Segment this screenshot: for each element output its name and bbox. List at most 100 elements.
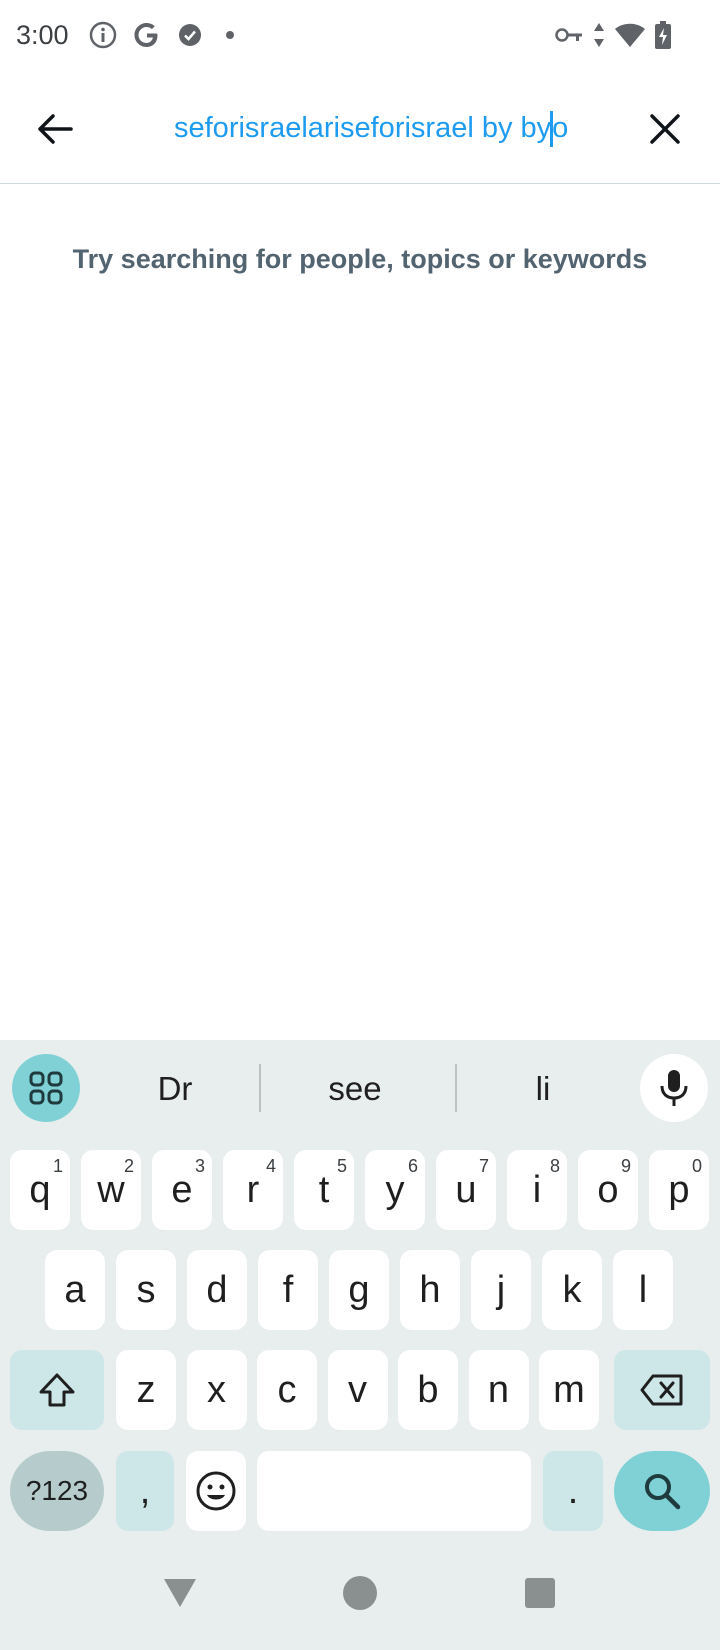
close-icon — [650, 114, 680, 144]
shift-key[interactable] — [10, 1350, 104, 1430]
emoji-icon — [196, 1471, 236, 1511]
key-g[interactable]: g — [329, 1250, 389, 1330]
key-number-hint: 9 — [620, 1156, 631, 1176]
key-z[interactable]: z — [116, 1350, 176, 1430]
key-label: e — [171, 1168, 193, 1211]
key-label: w — [97, 1168, 125, 1211]
search-query-text: seforisraelariseforisrael by byo — [174, 102, 568, 154]
key-label: a — [64, 1268, 86, 1311]
nav-home-button[interactable] — [340, 1573, 380, 1613]
suggestion-divider — [455, 1064, 457, 1112]
recents-square-icon — [525, 1578, 555, 1608]
key-number-hint: 0 — [691, 1156, 702, 1176]
backspace-icon — [640, 1374, 683, 1406]
key-t[interactable]: t5 — [294, 1150, 354, 1230]
search-input[interactable]: seforisraelariseforisrael by byo — [160, 102, 600, 154]
key-c[interactable]: c — [257, 1350, 317, 1430]
key-p[interactable]: p0 — [649, 1150, 709, 1230]
backspace-key[interactable] — [614, 1350, 710, 1430]
voice-input-button[interactable] — [640, 1054, 708, 1122]
key-w[interactable]: w2 — [81, 1150, 141, 1230]
key-a[interactable]: a — [45, 1250, 105, 1330]
key-x[interactable]: x — [186, 1350, 247, 1430]
key-label: r — [246, 1168, 260, 1211]
status-bar: 3:00 — [0, 0, 720, 74]
clear-search-button[interactable] — [636, 100, 694, 158]
key-f[interactable]: f — [258, 1250, 318, 1330]
key-label: v — [348, 1368, 367, 1411]
key-u[interactable]: u7 — [436, 1150, 496, 1230]
key-s[interactable]: s — [116, 1250, 176, 1330]
suggestion-bar: Dr see li — [0, 1040, 720, 1136]
key-y[interactable]: y6 — [365, 1150, 425, 1230]
key-k[interactable]: k — [542, 1250, 602, 1330]
keyboard-menu-button[interactable] — [12, 1054, 80, 1122]
key-i[interactable]: i8 — [507, 1150, 567, 1230]
key-label: j — [496, 1268, 506, 1311]
nav-back-button[interactable] — [160, 1573, 200, 1613]
suggestion-3[interactable]: li — [468, 1064, 618, 1114]
suggestion-1[interactable]: Dr — [100, 1064, 250, 1114]
key-r[interactable]: r4 — [223, 1150, 283, 1230]
key-label: p — [668, 1168, 690, 1211]
check-badge-icon — [176, 21, 204, 49]
key-o[interactable]: o9 — [578, 1150, 638, 1230]
back-button[interactable] — [26, 100, 84, 158]
status-icons-left — [88, 20, 242, 50]
status-icons-right — [554, 20, 672, 50]
key-number-hint: 1 — [52, 1156, 63, 1176]
key-label: y — [385, 1168, 405, 1211]
key-label: q — [29, 1168, 51, 1211]
info-icon — [88, 20, 118, 50]
key-j[interactable]: j — [471, 1250, 531, 1330]
key-label: k — [562, 1268, 582, 1311]
key-label: l — [638, 1268, 648, 1311]
status-time: 3:00 — [16, 20, 69, 50]
microphone-icon — [660, 1070, 688, 1106]
home-circle-icon — [343, 1576, 377, 1610]
key-label: s — [136, 1268, 156, 1311]
battery-charging-icon — [654, 20, 672, 50]
key-b[interactable]: b — [398, 1350, 458, 1430]
shift-icon — [39, 1373, 75, 1407]
key-m[interactable]: m — [539, 1350, 599, 1430]
period-key[interactable]: . — [543, 1451, 603, 1531]
key-label: o — [597, 1168, 619, 1211]
key-number-hint: 7 — [478, 1156, 489, 1176]
key-label: t — [318, 1168, 330, 1211]
search-query-before-caret: seforisraelariseforisrael by by — [174, 112, 552, 144]
key-number-hint: 5 — [336, 1156, 347, 1176]
key-label: f — [282, 1268, 294, 1311]
key-h[interactable]: h — [400, 1250, 460, 1330]
wifi-icon — [614, 21, 646, 49]
comma-key[interactable]: , — [116, 1451, 174, 1531]
key-e[interactable]: e3 — [152, 1150, 212, 1230]
key-number-hint: 6 — [407, 1156, 418, 1176]
key-n[interactable]: n — [468, 1350, 529, 1430]
system-nav-bar — [0, 1545, 720, 1650]
key-label: d — [206, 1268, 228, 1311]
key-label: x — [207, 1368, 226, 1411]
space-key[interactable] — [257, 1451, 531, 1531]
key-label: c — [277, 1368, 297, 1411]
key-label: z — [136, 1368, 156, 1411]
suggestion-2[interactable]: see — [280, 1064, 430, 1114]
key-number-hint: 4 — [265, 1156, 276, 1176]
search-key[interactable] — [614, 1451, 710, 1531]
key-q[interactable]: q1 — [10, 1150, 70, 1230]
key-label: b — [417, 1368, 439, 1411]
search-query-after-caret: o — [552, 112, 569, 144]
back-triangle-icon — [164, 1579, 196, 1607]
key-label: h — [419, 1268, 441, 1311]
vpn-key-icon — [554, 24, 584, 46]
key-label: u — [455, 1168, 477, 1211]
key-number-hint: 3 — [194, 1156, 205, 1176]
emoji-key[interactable] — [186, 1451, 246, 1531]
key-l[interactable]: l — [613, 1250, 673, 1330]
nav-recents-button[interactable] — [520, 1573, 560, 1613]
empty-state-hint: Try searching for people, topics or keyw… — [72, 244, 648, 274]
symbols-key[interactable]: ?123 — [10, 1451, 104, 1531]
key-d[interactable]: d — [187, 1250, 247, 1330]
key-v[interactable]: v — [327, 1350, 388, 1430]
key-number-hint: 2 — [123, 1156, 134, 1176]
